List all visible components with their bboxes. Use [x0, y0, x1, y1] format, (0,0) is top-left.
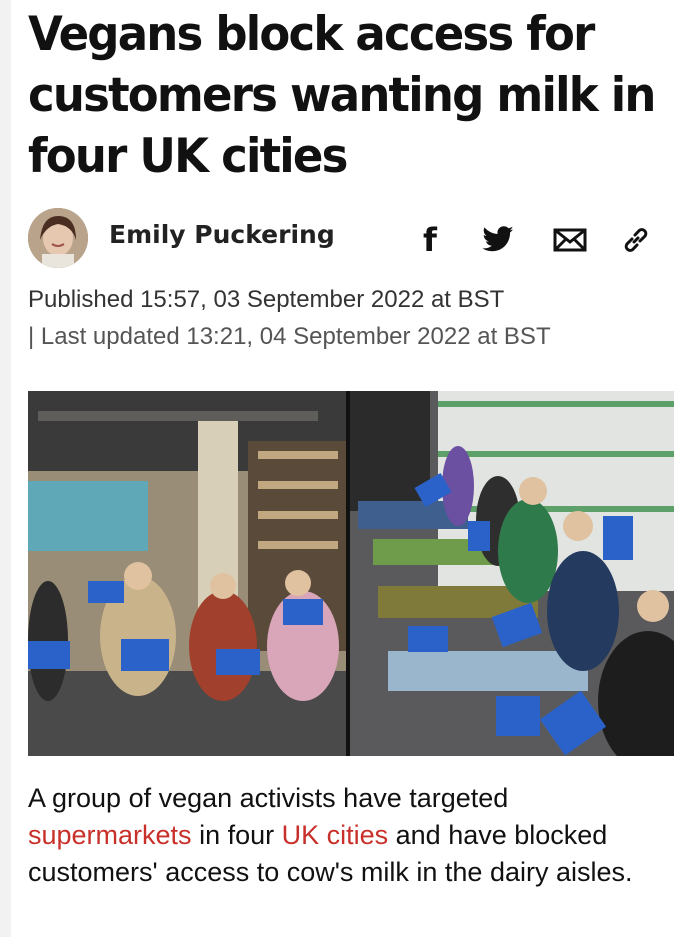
updated-timestamp: | Last updated 13:21, 04 September 2022 …: [28, 323, 551, 350]
headline: Vegans block access for customers wantin…: [28, 6, 656, 184]
facebook-icon[interactable]: f: [412, 221, 448, 259]
email-icon[interactable]: [552, 222, 588, 258]
uk-cities-link[interactable]: UK cities: [282, 820, 389, 850]
left-edge-rule: [0, 0, 11, 937]
author-name[interactable]: Emily Puckering: [109, 220, 335, 249]
intro-text-1: A group of vegan activists have targeted: [28, 783, 509, 813]
author-avatar[interactable]: [28, 208, 88, 268]
article-photo[interactable]: [28, 391, 674, 756]
article-intro-paragraph: A group of vegan activists have targeted…: [28, 780, 678, 891]
published-timestamp: Published 15:57, 03 September 2022 at BS…: [28, 286, 505, 313]
twitter-icon[interactable]: [480, 222, 516, 258]
supermarkets-link[interactable]: supermarkets: [28, 820, 192, 850]
byline: Emily Puckering f: [28, 208, 678, 270]
intro-text-2: in four: [191, 820, 282, 850]
link-icon[interactable]: [618, 222, 654, 258]
